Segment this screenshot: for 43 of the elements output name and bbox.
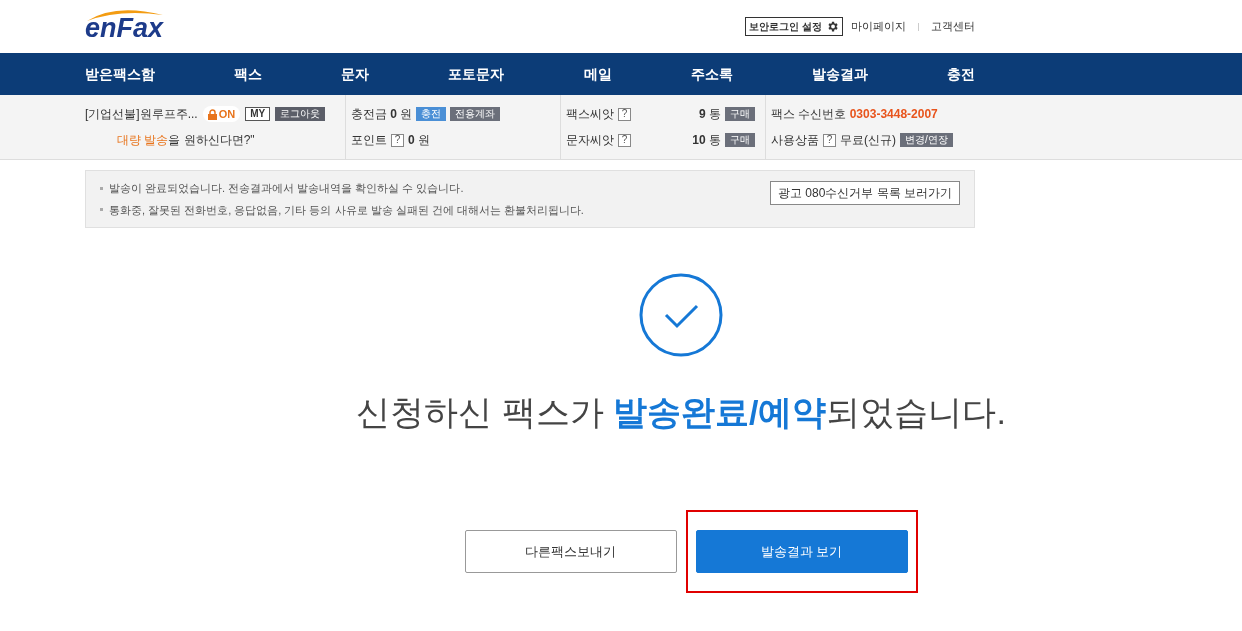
seed-count: 10 통 <box>692 132 721 149</box>
seed-label: 팩스씨앗 <box>566 106 614 123</box>
product-label: 사용상품 <box>771 132 819 149</box>
help-icon[interactable]: ? <box>618 107 631 121</box>
bulk-send-promo[interactable]: 대량 발송을 원하신다면?" <box>85 131 345 149</box>
nav-item[interactable]: 문자 <box>341 63 370 85</box>
send-another-button[interactable]: 다른팩스보내기 <box>464 530 677 573</box>
fax-number: 팩스 수신번호 0303-3448-2007 <box>771 106 939 123</box>
result-title: 신청하신 팩스가 발송완료/예약되었습니다. <box>356 392 1006 433</box>
logo[interactable]: enFax <box>85 11 164 42</box>
help-icon[interactable]: ? <box>391 133 404 147</box>
points-label: 포인트 <box>351 132 387 149</box>
small-button[interactable]: 변경/연장 <box>900 133 953 147</box>
seed-label: 문자씨앗 <box>566 132 614 149</box>
small-button[interactable]: 구매 <box>725 107 755 121</box>
points-value: 0 원 <box>408 132 431 149</box>
small-button[interactable]: 전용계좌 <box>450 107 501 121</box>
header-link[interactable]: 마이페이지 <box>851 18 906 35</box>
view-results-button[interactable]: 발송결과 보기 <box>695 530 908 573</box>
company-name: [기업선불]원루프주... <box>85 106 198 123</box>
notice-text: 발송이 완료되었습니다. 전송결과에서 발송내역을 확인하실 수 있습니다. <box>109 181 464 196</box>
lock-icon <box>207 108 217 120</box>
logout-button[interactable]: 로그아웃 <box>275 107 326 121</box>
product-value: 무료(신규) <box>840 132 896 149</box>
reject-list-button[interactable]: 광고 080수신거부 목록 보러가기 <box>769 181 960 205</box>
small-button[interactable]: 구매 <box>725 133 755 147</box>
nav-item[interactable]: 메일 <box>583 63 612 85</box>
security-login-button[interactable]: 보안로그인 설정 <box>745 17 843 36</box>
help-icon[interactable]: ? <box>618 133 631 147</box>
seed-count: 9 통 <box>698 106 721 123</box>
nav-item[interactable]: 받은팩스함 <box>85 63 155 85</box>
header-link[interactable]: 고객센터 <box>931 18 975 35</box>
notice-text: 통화중, 잘못된 전화번호, 응답없음, 기타 등의 사유로 발송 실패된 건에 대해서는 환불처리됩니다. <box>109 202 584 218</box>
settings-icon <box>826 20 839 33</box>
nav-item[interactable]: 포토문자 <box>448 63 505 85</box>
check-circle-icon <box>639 273 723 357</box>
my-button[interactable]: MY <box>245 107 271 121</box>
balance-label: 충전금 0 원 <box>351 106 413 123</box>
help-icon[interactable]: ? <box>823 133 836 147</box>
nav-item[interactable]: 팩스 <box>234 63 263 85</box>
nav-item[interactable]: 발송결과 <box>811 63 868 85</box>
nav-item[interactable]: 충전 <box>947 63 975 85</box>
nav-item[interactable]: 주소록 <box>690 63 733 85</box>
